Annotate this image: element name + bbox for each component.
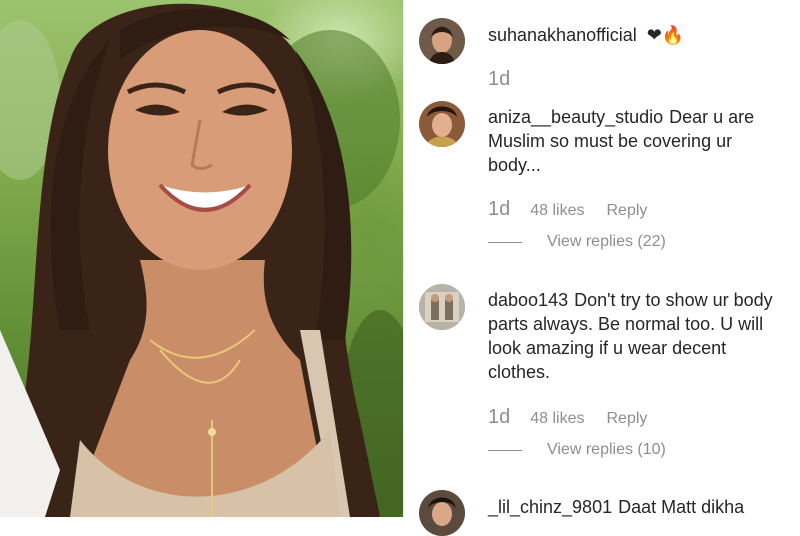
avatar-image: [419, 18, 465, 64]
comment-meta: 1d 48 likes Reply: [488, 406, 647, 429]
comment-age: 1d: [488, 406, 511, 428]
avatar[interactable]: [419, 18, 465, 64]
comment-text: _lil_chinz_9801 Daat Matt dikha: [488, 495, 788, 519]
comment-age: 1d: [488, 68, 511, 90]
comment-username[interactable]: suhanakhanofficial: [488, 25, 637, 45]
view-replies-link[interactable]: View replies (10): [547, 441, 666, 459]
avatar-image: [419, 490, 465, 536]
avatar[interactable]: [419, 101, 465, 147]
instagram-comments-screenshot: suhanakhanofficial ❤🔥 1d aniza__beauty_st…: [0, 0, 800, 536]
comment-username[interactable]: _lil_chinz_9801: [488, 497, 612, 517]
replies-line: [488, 449, 522, 451]
portrait-illustration: [0, 3, 403, 517]
comment-text: suhanakhanofficial ❤🔥: [488, 23, 788, 47]
comment-body: Daat Matt dikha: [618, 497, 745, 517]
avatar[interactable]: [419, 490, 465, 536]
avatar-image: [419, 101, 465, 147]
comment-text: daboo143 Don't try to show ur body parts …: [488, 288, 788, 384]
comment-meta: 1d 48 likes Reply: [488, 198, 647, 221]
view-replies-link[interactable]: View replies (22): [547, 233, 666, 251]
comments-panel: suhanakhanofficial ❤🔥 1d aniza__beauty_st…: [404, 0, 800, 536]
avatar-image: [419, 284, 465, 330]
likes-count[interactable]: 48 likes: [530, 202, 584, 220]
view-replies[interactable]: View replies (22): [488, 233, 666, 251]
comment-meta: 1d: [488, 68, 530, 91]
comment-text: aniza__beauty_studio Dear u are Muslim so…: [488, 105, 788, 177]
comment-age: 1d: [488, 198, 511, 220]
replies-line: [488, 241, 522, 243]
view-replies[interactable]: View replies (10): [488, 441, 666, 459]
heart-fire-emoji: ❤🔥: [646, 25, 685, 45]
likes-count[interactable]: 48 likes: [530, 410, 584, 428]
comment-username[interactable]: aniza__beauty_studio: [488, 107, 663, 127]
reply-button[interactable]: Reply: [607, 410, 648, 428]
avatar[interactable]: [419, 284, 465, 330]
comment-username[interactable]: daboo143: [488, 290, 568, 310]
reply-button[interactable]: Reply: [607, 202, 648, 220]
post-photo: [0, 0, 403, 517]
